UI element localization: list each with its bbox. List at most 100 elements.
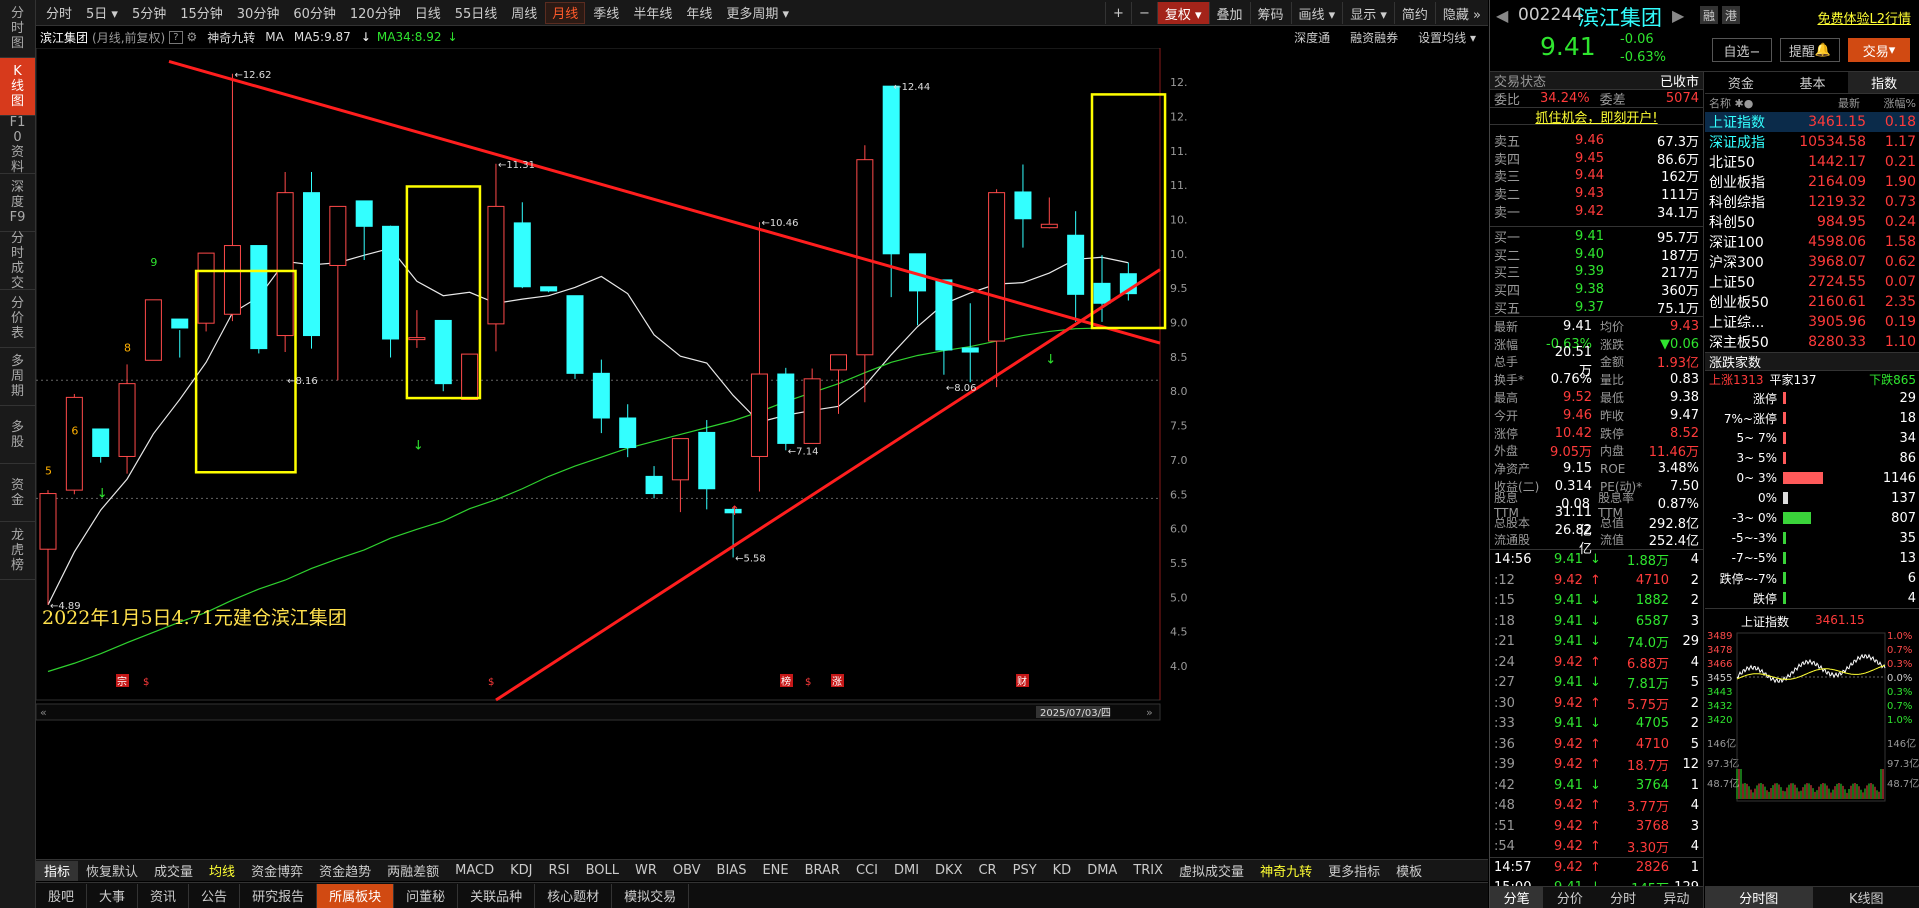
sidebar-item-5[interactable]: 分价表 (0, 290, 35, 348)
index-row[interactable]: 上证指数 3461.15 0.18 (1705, 111, 1919, 132)
candle[interactable] (645, 466, 663, 499)
bottom-nav-8[interactable]: 核心题材 (535, 883, 613, 908)
toolbar-right-4[interactable]: 筹码 (1249, 2, 1291, 24)
indicator-tab-15[interactable]: BRAR (797, 861, 848, 881)
period-10[interactable]: 月线 (545, 1, 586, 24)
index-tab-0[interactable]: 资金 (1705, 72, 1777, 93)
candle[interactable] (92, 428, 110, 463)
candle[interactable] (223, 73, 241, 322)
sidebar-item-6[interactable]: 多周期 (0, 348, 35, 406)
candle[interactable] (39, 490, 57, 605)
index-row[interactable]: 深证成指 10534.58 1.17 (1705, 132, 1919, 152)
candle[interactable] (1014, 164, 1032, 248)
period-0[interactable]: 分时 (40, 2, 78, 24)
bottom-nav-7[interactable]: 关联品种 (458, 883, 536, 908)
candle[interactable] (408, 310, 426, 348)
indicator-tab-5[interactable]: 资金趋势 (311, 861, 379, 881)
remind-button[interactable]: 提醒 🔔 (1780, 38, 1840, 62)
period-5[interactable]: 60分钟 (287, 2, 342, 24)
candle[interactable] (303, 172, 320, 349)
toolbar-right-5[interactable]: 画线 ▾ (1290, 2, 1343, 24)
candle[interactable] (329, 205, 347, 381)
indicator-tab-23[interactable]: TRIX (1125, 861, 1171, 881)
bottom-nav-5[interactable]: 所属板块 (317, 883, 395, 908)
sidebar-item-3[interactable]: 深度F9 (0, 174, 35, 232)
index-tab-1[interactable]: 基本 (1777, 72, 1849, 93)
period-11[interactable]: 季线 (587, 2, 625, 24)
left-tab-3[interactable]: 异动 (1650, 887, 1703, 908)
candle[interactable] (382, 225, 400, 358)
info-right-2[interactable]: 设置均线 ▾ (1418, 29, 1476, 46)
index-row[interactable]: 深证100 4598.06 1.58 (1705, 232, 1919, 252)
candle[interactable] (566, 295, 584, 379)
bottom-nav-1[interactable]: 大事 (87, 883, 139, 908)
indicator-tab-20[interactable]: PSY (1005, 861, 1045, 881)
indicator-tab-13[interactable]: BIAS (709, 861, 755, 881)
tool-name[interactable]: 神奇九转 (207, 29, 255, 46)
sidebar-item-4[interactable]: 分时成交 (0, 231, 35, 291)
candle[interactable] (961, 303, 979, 383)
quote-tag-0[interactable]: 融 (1700, 6, 1718, 24)
next-stock-icon[interactable]: ▶ (1672, 6, 1684, 25)
indicator-tab-7[interactable]: MACD (447, 861, 502, 881)
candle[interactable] (276, 172, 294, 353)
candle[interactable] (65, 393, 83, 495)
indicator-tab-24[interactable]: 虚拟成交量 (1171, 861, 1252, 881)
candle[interactable] (513, 202, 531, 289)
kline-chart[interactable]: 4.00 4.50 5.00 5.50 6.00 6.50 7.00 7.50 8.00 8.50… (36, 48, 1188, 858)
indicator-tab-3[interactable]: 均线 (201, 861, 243, 881)
sidebar-item-1[interactable]: K线图 (0, 58, 35, 116)
toolbar-right-2[interactable]: 复权 ▾ (1156, 2, 1209, 24)
indicator-tab-14[interactable]: ENE (754, 861, 796, 881)
candle[interactable] (144, 299, 162, 361)
promo-link[interactable]: 抓住机会，即刻开户! (1535, 107, 1657, 126)
period-6[interactable]: 120分钟 (344, 2, 407, 24)
candle[interactable] (935, 279, 953, 375)
info-right-1[interactable]: 融资融券 (1350, 29, 1398, 46)
indicator-tab-21[interactable]: KD (1045, 861, 1080, 881)
index-row[interactable]: 上证综... 3905.96 0.19 (1705, 312, 1919, 332)
toolbar-right-3[interactable]: 叠加 (1208, 2, 1250, 24)
bottom-nav-0[interactable]: 股吧 (36, 883, 88, 908)
candle[interactable] (540, 286, 558, 293)
indicator-tab-17[interactable]: DMI (886, 861, 927, 881)
bottom-nav-6[interactable]: 问董秘 (394, 883, 459, 908)
index-row[interactable]: 创业板指 2164.09 1.90 (1705, 172, 1919, 192)
indicator-tab-18[interactable]: DKX (927, 861, 970, 881)
sidebar-item-8[interactable]: 资金 (0, 464, 35, 522)
sidebar-item-9[interactable]: 龙虎榜 (0, 522, 35, 580)
indicator-tab-19[interactable]: CR (970, 861, 1004, 881)
left-tab-1[interactable]: 分价 (1543, 887, 1596, 908)
index-row[interactable]: 沪深300 3968.07 0.62 (1705, 252, 1919, 272)
left-tab-0[interactable]: 分笔 (1490, 887, 1544, 908)
sidebar-item-2[interactable]: F10资料 (0, 115, 35, 175)
help-icon[interactable]: ? (169, 30, 183, 44)
candle[interactable] (988, 189, 1006, 388)
toolbar-right-6[interactable]: 显示 ▾ (1342, 2, 1394, 24)
indicator-tab-4[interactable]: 资金博弈 (243, 861, 311, 881)
candle[interactable] (487, 163, 505, 352)
bottom-nav-3[interactable]: 公告 (189, 883, 241, 908)
gear-icon[interactable]: ⚙ (187, 30, 198, 44)
bottom-nav-2[interactable]: 资讯 (138, 883, 190, 908)
candle[interactable] (671, 438, 689, 513)
period-4[interactable]: 30分钟 (231, 2, 286, 24)
indicator-tab-26[interactable]: 更多指标 (1320, 861, 1388, 881)
mini-tab-1[interactable]: K线图 (1813, 887, 1919, 908)
indicator-tab-1[interactable]: 恢复默认 (78, 861, 146, 881)
period-13[interactable]: 年线 (680, 2, 718, 24)
period-2[interactable]: 5分钟 (126, 2, 172, 24)
period-14[interactable]: 更多周期 ▾ (720, 2, 795, 24)
candle[interactable] (197, 252, 215, 332)
indicator-tab-10[interactable]: BOLL (578, 861, 627, 881)
toolbar-right-0[interactable]: + (1105, 2, 1131, 24)
bottom-nav-4[interactable]: 研究报告 (240, 883, 318, 908)
indicator-tab-6[interactable]: 两融差额 (379, 861, 447, 881)
candle[interactable] (830, 354, 847, 414)
mini-tab-0[interactable]: 分时图 (1705, 887, 1813, 908)
period-7[interactable]: 日线 (409, 2, 447, 24)
candle[interactable] (171, 318, 189, 358)
indicator-tab-8[interactable]: KDJ (502, 861, 540, 881)
index-row[interactable]: 北证50 1442.17 0.21 (1705, 152, 1919, 172)
candle[interactable] (355, 200, 373, 260)
